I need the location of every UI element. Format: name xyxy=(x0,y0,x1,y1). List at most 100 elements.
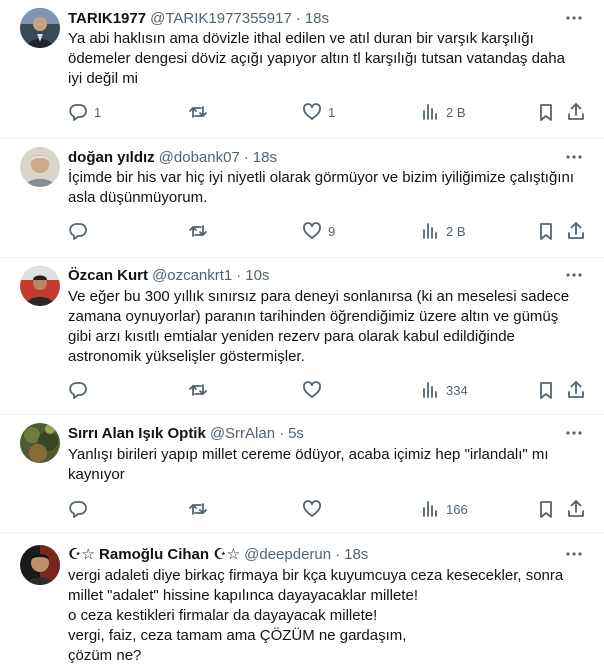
avatar[interactable] xyxy=(20,8,60,48)
tweet-text: İçimde bir his var hiç iyi niyetli olara… xyxy=(68,168,578,208)
tweet-actions: 334 xyxy=(68,380,588,400)
author-name[interactable]: ☪︎☆ Ramoğlu Cihan ☪︎☆ xyxy=(68,545,240,563)
author-name[interactable]: doğan yıldız xyxy=(68,149,155,166)
heart-icon xyxy=(303,381,321,398)
reply-count: 1 xyxy=(94,104,102,120)
avatar[interactable] xyxy=(20,545,60,585)
bookmark-icon xyxy=(540,382,552,399)
bookmark-button[interactable] xyxy=(536,380,556,400)
author-name[interactable]: Özcan Kurt xyxy=(68,267,148,284)
separator-dot: · xyxy=(279,424,285,442)
tweet-2[interactable]: doğan yıldız @dobank07 · 18s İçimde bir … xyxy=(0,139,604,258)
like-count: 9 xyxy=(328,223,336,239)
retweet-button[interactable] xyxy=(188,499,208,519)
avatar[interactable] xyxy=(20,423,60,463)
more-options-icon[interactable] xyxy=(564,265,584,285)
views-button[interactable]: 166 xyxy=(420,499,468,519)
share-button[interactable] xyxy=(566,221,586,241)
separator-dot: · xyxy=(295,9,301,27)
retweet-button[interactable] xyxy=(188,221,208,241)
bookmark-button[interactable] xyxy=(536,102,556,122)
tweet-3[interactable]: Özcan Kurt @ozcankrt1 · 10s Ve eğer bu 3… xyxy=(0,258,604,415)
author-handle[interactable]: @dobank07 xyxy=(159,149,240,166)
reply-icon xyxy=(69,382,87,399)
views-chart-icon xyxy=(423,223,437,239)
views-button[interactable]: 2 B xyxy=(420,102,466,122)
heart-icon xyxy=(303,500,321,517)
timestamp[interactable]: 18s xyxy=(305,10,329,27)
reply-icon xyxy=(69,501,87,518)
separator-dot: · xyxy=(236,266,242,284)
share-button[interactable] xyxy=(566,499,586,519)
tweet-text-line: vergi, faiz, ceza tamam ama ÇÖZÜM ne gar… xyxy=(68,627,407,644)
tweet-actions: 166 xyxy=(68,499,588,519)
tweet-text-line: asla düşünmüyorum. xyxy=(68,189,208,206)
more-options-icon[interactable] xyxy=(564,8,584,28)
like-button[interactable] xyxy=(302,499,322,519)
tweet-5[interactable]: ☪︎☆ Ramoğlu Cihan ☪︎☆ @deepderun · 18s v… xyxy=(0,533,604,667)
timestamp[interactable]: 18s xyxy=(253,149,277,166)
views-button[interactable]: 2 B xyxy=(420,221,466,241)
tweet-text-line: iyi değil mi xyxy=(68,70,139,87)
author-handle[interactable]: @TARIK1977355917 xyxy=(150,10,292,27)
more-options-icon[interactable] xyxy=(564,147,584,167)
author-name[interactable]: Sırrı Alan Işık Optik xyxy=(68,425,206,442)
tweet-text-line: Ya abi haklısın ama dövizle ithal edilen… xyxy=(68,30,534,47)
timestamp[interactable]: 5s xyxy=(288,425,304,442)
reply-button[interactable] xyxy=(68,221,88,241)
retweet-icon xyxy=(189,503,207,515)
tweet-text-line: ödemeler dengesi döviz açığı yapıyor alt… xyxy=(68,50,565,67)
tweet-text: vergi adaleti diye birkaç firmaya bir kç… xyxy=(68,566,578,666)
more-options-icon[interactable] xyxy=(564,544,584,564)
views-button[interactable]: 334 xyxy=(420,380,468,400)
tweet-text-line: millet "adalet" hissine kapılınca dayaya… xyxy=(68,587,418,604)
tweet-text-line: Ve eğer bu 300 yıllık sınırsız para dene… xyxy=(68,288,570,305)
author-handle[interactable]: @deepderun xyxy=(244,546,331,563)
tweet-text: Ve eğer bu 300 yıllık sınırsız para dene… xyxy=(68,287,578,367)
reply-button[interactable]: 1 xyxy=(68,102,101,122)
like-button[interactable]: 1 xyxy=(302,102,335,122)
avatar[interactable] xyxy=(20,147,60,187)
author-handle[interactable]: @ozcankrt1 xyxy=(152,267,232,284)
share-icon xyxy=(568,500,584,517)
view-count: 334 xyxy=(446,382,468,398)
bookmark-icon xyxy=(540,501,552,518)
retweet-icon xyxy=(189,106,207,118)
separator-dot: · xyxy=(243,148,249,166)
reply-button[interactable] xyxy=(68,499,88,519)
timestamp[interactable]: 18s xyxy=(344,546,368,563)
retweet-button[interactable] xyxy=(188,102,208,122)
reply-button[interactable] xyxy=(68,380,88,400)
share-button[interactable] xyxy=(566,380,586,400)
tweet-actions: 9 2 B xyxy=(68,221,588,241)
view-count: 2 B xyxy=(446,104,466,120)
tweet-1[interactable]: TARIK1977 @TARIK1977355917 · 18s Ya abi … xyxy=(0,0,604,139)
view-count: 166 xyxy=(446,501,468,517)
bookmark-icon xyxy=(540,104,552,121)
author-name[interactable]: TARIK1977 xyxy=(68,10,146,27)
retweet-icon xyxy=(189,225,207,237)
tweet-text-line: kaynıyor xyxy=(68,466,125,483)
retweet-button[interactable] xyxy=(188,380,208,400)
tweet-text: Yanlışı birileri yapıp millet cereme ödü… xyxy=(68,445,578,485)
author-handle[interactable]: @SrrAlan xyxy=(210,425,275,442)
like-button[interactable] xyxy=(302,380,322,400)
like-count: 1 xyxy=(328,104,336,120)
tweet-text-line: o ceza kestikleri firmalar da dayayacak … xyxy=(68,607,378,624)
reply-icon xyxy=(69,223,87,240)
like-button[interactable]: 9 xyxy=(302,221,335,241)
view-count: 2 B xyxy=(446,223,466,239)
tweet-4[interactable]: Sırrı Alan Işık Optik @SrrAlan · 5s Yanl… xyxy=(0,415,604,533)
share-icon xyxy=(568,381,584,398)
avatar[interactable] xyxy=(20,266,60,306)
bookmark-button[interactable] xyxy=(536,499,556,519)
views-chart-icon xyxy=(423,382,437,398)
more-options-icon[interactable] xyxy=(564,423,584,443)
bookmark-button[interactable] xyxy=(536,221,556,241)
share-button[interactable] xyxy=(566,102,586,122)
reply-icon xyxy=(69,104,87,121)
views-chart-icon xyxy=(423,501,437,517)
tweet-text-line: çözüm ne? xyxy=(68,647,142,664)
heart-icon xyxy=(303,103,321,120)
timestamp[interactable]: 10s xyxy=(245,267,269,284)
